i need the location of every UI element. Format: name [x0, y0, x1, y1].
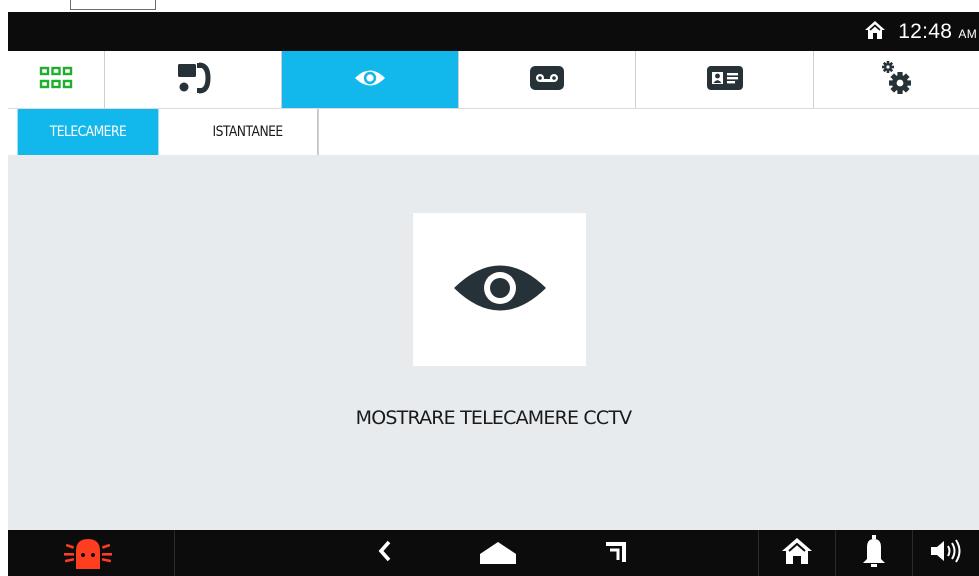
home-button[interactable]: [759, 530, 835, 576]
eye-icon: [353, 66, 387, 94]
alarm-icon: [62, 533, 114, 573]
tab-intercom[interactable]: [105, 51, 282, 108]
home-nav-button[interactable]: [470, 530, 526, 576]
volume-icon: [929, 538, 963, 568]
subtab-telecamere-label: TELECAMERE: [49, 124, 127, 140]
subtab-istantanee[interactable]: ISTANTANEE: [178, 109, 319, 155]
main-nav: [8, 51, 979, 109]
content-area: MOSTRARE TELECAMERE CCTV: [8, 155, 979, 530]
voicemail-icon: [529, 65, 565, 95]
show-cctv-label: MOSTRARE TELECAMERE CCTV: [355, 407, 633, 429]
tab-contacts[interactable]: [636, 51, 814, 108]
apps-grid-icon: [39, 66, 73, 94]
tab-apps[interactable]: [8, 51, 105, 108]
intercom-call-icon: [174, 61, 212, 99]
home-shape-icon: [478, 538, 518, 568]
volume-button[interactable]: [913, 530, 979, 576]
eye-icon: [452, 259, 548, 321]
tab-cameras[interactable]: [282, 51, 459, 108]
settings-gears-icon: [879, 59, 915, 101]
intercom-screen: 12:48 AM TELECAMERE ISTANTANEE MOSTRARE …: [8, 0, 979, 576]
alarm-button[interactable]: [48, 530, 128, 576]
home-icon: [781, 537, 813, 569]
recent-apps-button[interactable]: [593, 530, 639, 576]
subtab-istantanee-label: ISTANTANEE: [212, 124, 283, 140]
bell-icon: [861, 535, 887, 571]
status-right: 12:48 AM: [864, 12, 977, 51]
back-button[interactable]: [360, 530, 410, 576]
sub-tabs: TELECAMERE ISTANTANEE: [8, 109, 979, 155]
recent-apps-icon: [604, 538, 628, 568]
back-icon: [377, 540, 393, 566]
home-icon: [864, 20, 886, 44]
contact-card-icon: [706, 65, 744, 95]
show-cctv-button[interactable]: [413, 213, 586, 366]
clock: 12:48 AM: [898, 20, 977, 44]
status-bar: 12:48 AM: [8, 12, 979, 51]
bottom-divider: [174, 530, 175, 576]
top-indicator-box: [70, 0, 156, 10]
clock-time: 12:48: [898, 19, 953, 43]
clock-ampm: AM: [958, 26, 977, 41]
notifications-button[interactable]: [836, 530, 912, 576]
bottom-bar: [8, 530, 979, 576]
tab-voicemail[interactable]: [459, 51, 636, 108]
tab-settings[interactable]: [814, 51, 979, 108]
subtab-telecamere[interactable]: TELECAMERE: [17, 109, 159, 155]
